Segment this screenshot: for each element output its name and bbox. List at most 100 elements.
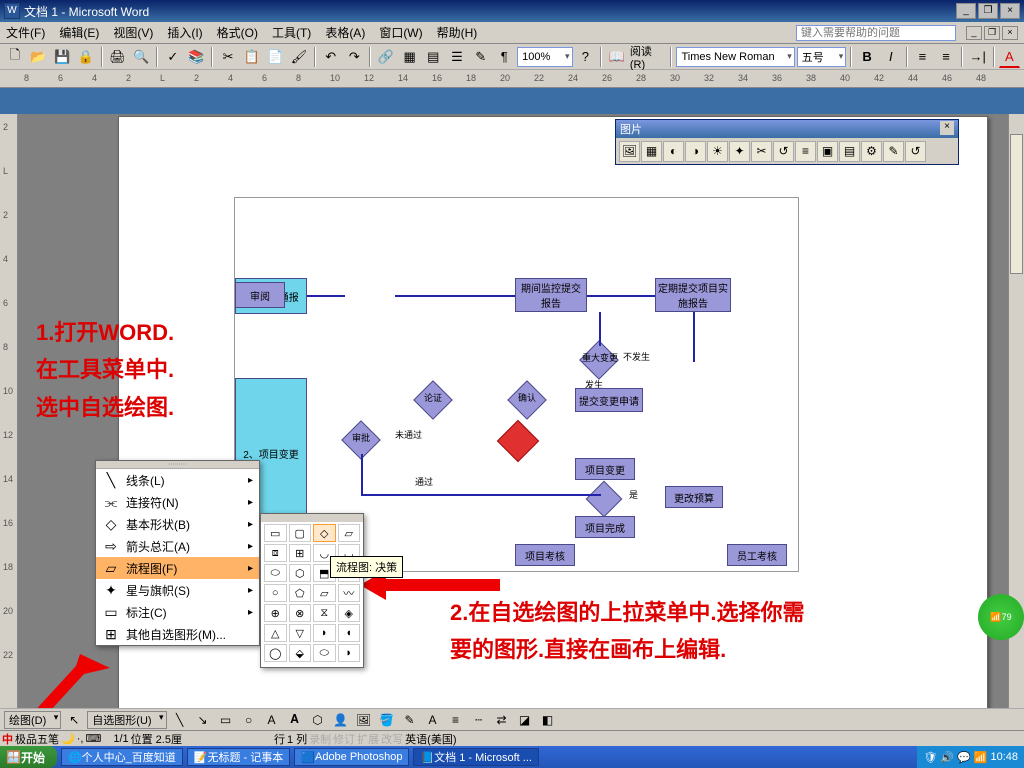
line-color-button[interactable]: ✎: [400, 710, 420, 730]
textbox-button[interactable]: A: [262, 710, 282, 730]
align-justify-button[interactable]: ≡: [912, 46, 934, 68]
compress-button[interactable]: ▣: [817, 141, 838, 162]
shadow-button[interactable]: ◪: [515, 710, 535, 730]
wordart-button[interactable]: 𝐀: [285, 710, 305, 730]
tray-clock[interactable]: 10:48: [990, 751, 1018, 763]
status-ext[interactable]: 扩展: [357, 731, 379, 747]
undo-button[interactable]: ↶: [320, 46, 342, 68]
ime-name[interactable]: 极品五笔: [15, 731, 59, 747]
ime-punct-icon[interactable]: ·,: [77, 733, 84, 745]
autoshape-dropdown[interactable]: 自选图形(U): [87, 711, 166, 729]
fc-magnetic[interactable]: ⬙: [289, 644, 312, 662]
tray-icon[interactable]: 🛡: [923, 751, 937, 764]
taskbar-item-word[interactable]: 📘 文档 1 - Microsoft ...: [413, 748, 539, 766]
menu-stars[interactable]: ✦星与旗帜(S)▸: [96, 579, 259, 601]
fc-sort[interactable]: ◈: [338, 604, 361, 622]
line-button[interactable]: ╲: [170, 710, 190, 730]
redo-button[interactable]: ↷: [344, 46, 366, 68]
format-painter-button[interactable]: 🖌: [288, 46, 310, 68]
oval-button[interactable]: ○: [239, 710, 259, 730]
line-style-button2[interactable]: ≡: [446, 710, 466, 730]
help-button[interactable]: ?: [575, 46, 597, 68]
cut-button[interactable]: ✂: [217, 46, 239, 68]
wifi-badge[interactable]: 📶 79: [978, 594, 1024, 640]
menu-tools[interactable]: 工具(T): [272, 24, 311, 41]
less-contrast-button[interactable]: ◑: [685, 141, 706, 162]
copy-button[interactable]: 📋: [241, 46, 263, 68]
fc-alt-process[interactable]: ▢: [289, 524, 312, 542]
text-wrap-button[interactable]: ▤: [839, 141, 860, 162]
reset-button[interactable]: ↺: [905, 141, 926, 162]
map-button[interactable]: ¶: [493, 46, 515, 68]
taskbar-item-baidu[interactable]: 🌐 个人中心_百度知道: [61, 748, 183, 766]
bold-button[interactable]: B: [856, 46, 878, 68]
clipart-button[interactable]: 👤: [331, 710, 351, 730]
ime-keyboard-icon[interactable]: ⌨: [85, 732, 101, 745]
menu-lines[interactable]: ╲线条(L)▸: [96, 469, 259, 491]
fc-stored[interactable]: ◗: [313, 624, 336, 642]
picture-toolbar-title[interactable]: 图片×: [616, 120, 958, 138]
italic-button[interactable]: I: [880, 46, 902, 68]
doc-minimize-button[interactable]: _: [966, 26, 982, 40]
help-search-input[interactable]: [796, 25, 956, 41]
menu-view[interactable]: 视图(V): [113, 24, 153, 41]
fc-delay[interactable]: ◖: [338, 624, 361, 642]
minimize-button[interactable]: _: [956, 3, 976, 19]
dash-style-button[interactable]: ┄: [469, 710, 489, 730]
fc-offpage[interactable]: ⬠: [289, 584, 312, 602]
transparent-button[interactable]: ✎: [883, 141, 904, 162]
arrow-style-button[interactable]: ⇄: [492, 710, 512, 730]
diagram-button[interactable]: ⬡: [308, 710, 328, 730]
restore-button[interactable]: ❐: [978, 3, 998, 19]
close-button[interactable]: ×: [1000, 3, 1020, 19]
indent-button[interactable]: →|: [967, 46, 989, 68]
fc-prep[interactable]: ⬡: [289, 564, 312, 582]
picture-toolbar-close[interactable]: ×: [940, 121, 954, 135]
fc-process[interactable]: ▭: [264, 524, 287, 542]
ime-mode-icon[interactable]: 🌙: [61, 732, 75, 745]
read-label[interactable]: 阅读(R): [630, 43, 667, 71]
taskbar-item-notepad[interactable]: 📝 无标题 - 记事本: [187, 748, 290, 766]
system-tray[interactable]: 🛡 🔊 💬 📶 10:48: [917, 746, 1024, 768]
select-objects-button[interactable]: ↖: [64, 710, 84, 730]
read-button[interactable]: 📖: [606, 46, 628, 68]
status-lang[interactable]: 英语(美国): [405, 731, 456, 747]
arrow-button[interactable]: ↘: [193, 710, 213, 730]
columns-button[interactable]: ☰: [446, 46, 468, 68]
open-button[interactable]: 📂: [28, 46, 50, 68]
doc-restore-button[interactable]: ❐: [984, 26, 1000, 40]
3d-button[interactable]: ◧: [538, 710, 558, 730]
line-style-button[interactable]: ≡: [795, 141, 816, 162]
menu-block-arrows[interactable]: ⇨箭头总汇(A)▸: [96, 535, 259, 557]
research-button[interactable]: 📚: [186, 46, 208, 68]
align-left-button[interactable]: ≡: [935, 46, 957, 68]
horizontal-ruler[interactable]: /*ruler rendered inline below*/ 8642L246…: [0, 70, 1024, 88]
fc-predefined[interactable]: ⧈: [264, 544, 287, 562]
scroll-thumb[interactable]: [1010, 134, 1023, 274]
menu-insert[interactable]: 插入(I): [167, 24, 202, 41]
menu-format[interactable]: 格式(O): [217, 24, 258, 41]
fill-color-button[interactable]: 🪣: [377, 710, 397, 730]
drawing-button[interactable]: ✎: [470, 46, 492, 68]
status-rev[interactable]: 修订: [333, 731, 355, 747]
menu-flowchart[interactable]: ▱流程图(F)▸: [96, 557, 259, 579]
fc-seq-access[interactable]: ◯: [264, 644, 287, 662]
draw-menu[interactable]: 绘图(D): [4, 711, 61, 729]
print-button[interactable]: 🖨: [107, 46, 129, 68]
fc-collate[interactable]: ⧖: [313, 604, 336, 622]
tray-icon[interactable]: 🔊: [940, 751, 954, 764]
tray-icon[interactable]: 💬: [957, 751, 971, 764]
status-rec[interactable]: 录制: [309, 731, 331, 747]
menu-table[interactable]: 表格(A): [325, 24, 365, 41]
picture-button[interactable]: 🖼: [354, 710, 374, 730]
more-bright-button[interactable]: ☀: [707, 141, 728, 162]
fc-data[interactable]: ▱: [338, 524, 361, 542]
fc-internal[interactable]: ⊞: [289, 544, 312, 562]
spell-button[interactable]: ✓: [162, 46, 184, 68]
fc-decision[interactable]: ◇: [313, 524, 336, 542]
picture-toolbar[interactable]: 图片× 🖼 ▦ ◐ ◑ ☀ ✦ ✂ ↺ ≡ ▣ ▤ ⚙ ✎ ↺: [615, 119, 959, 165]
excel-button[interactable]: ▤: [423, 46, 445, 68]
fc-merge[interactable]: ▽: [289, 624, 312, 642]
vertical-ruler[interactable]: 2L246810121416182022: [0, 114, 18, 708]
fc-tape[interactable]: 〰: [338, 584, 361, 602]
